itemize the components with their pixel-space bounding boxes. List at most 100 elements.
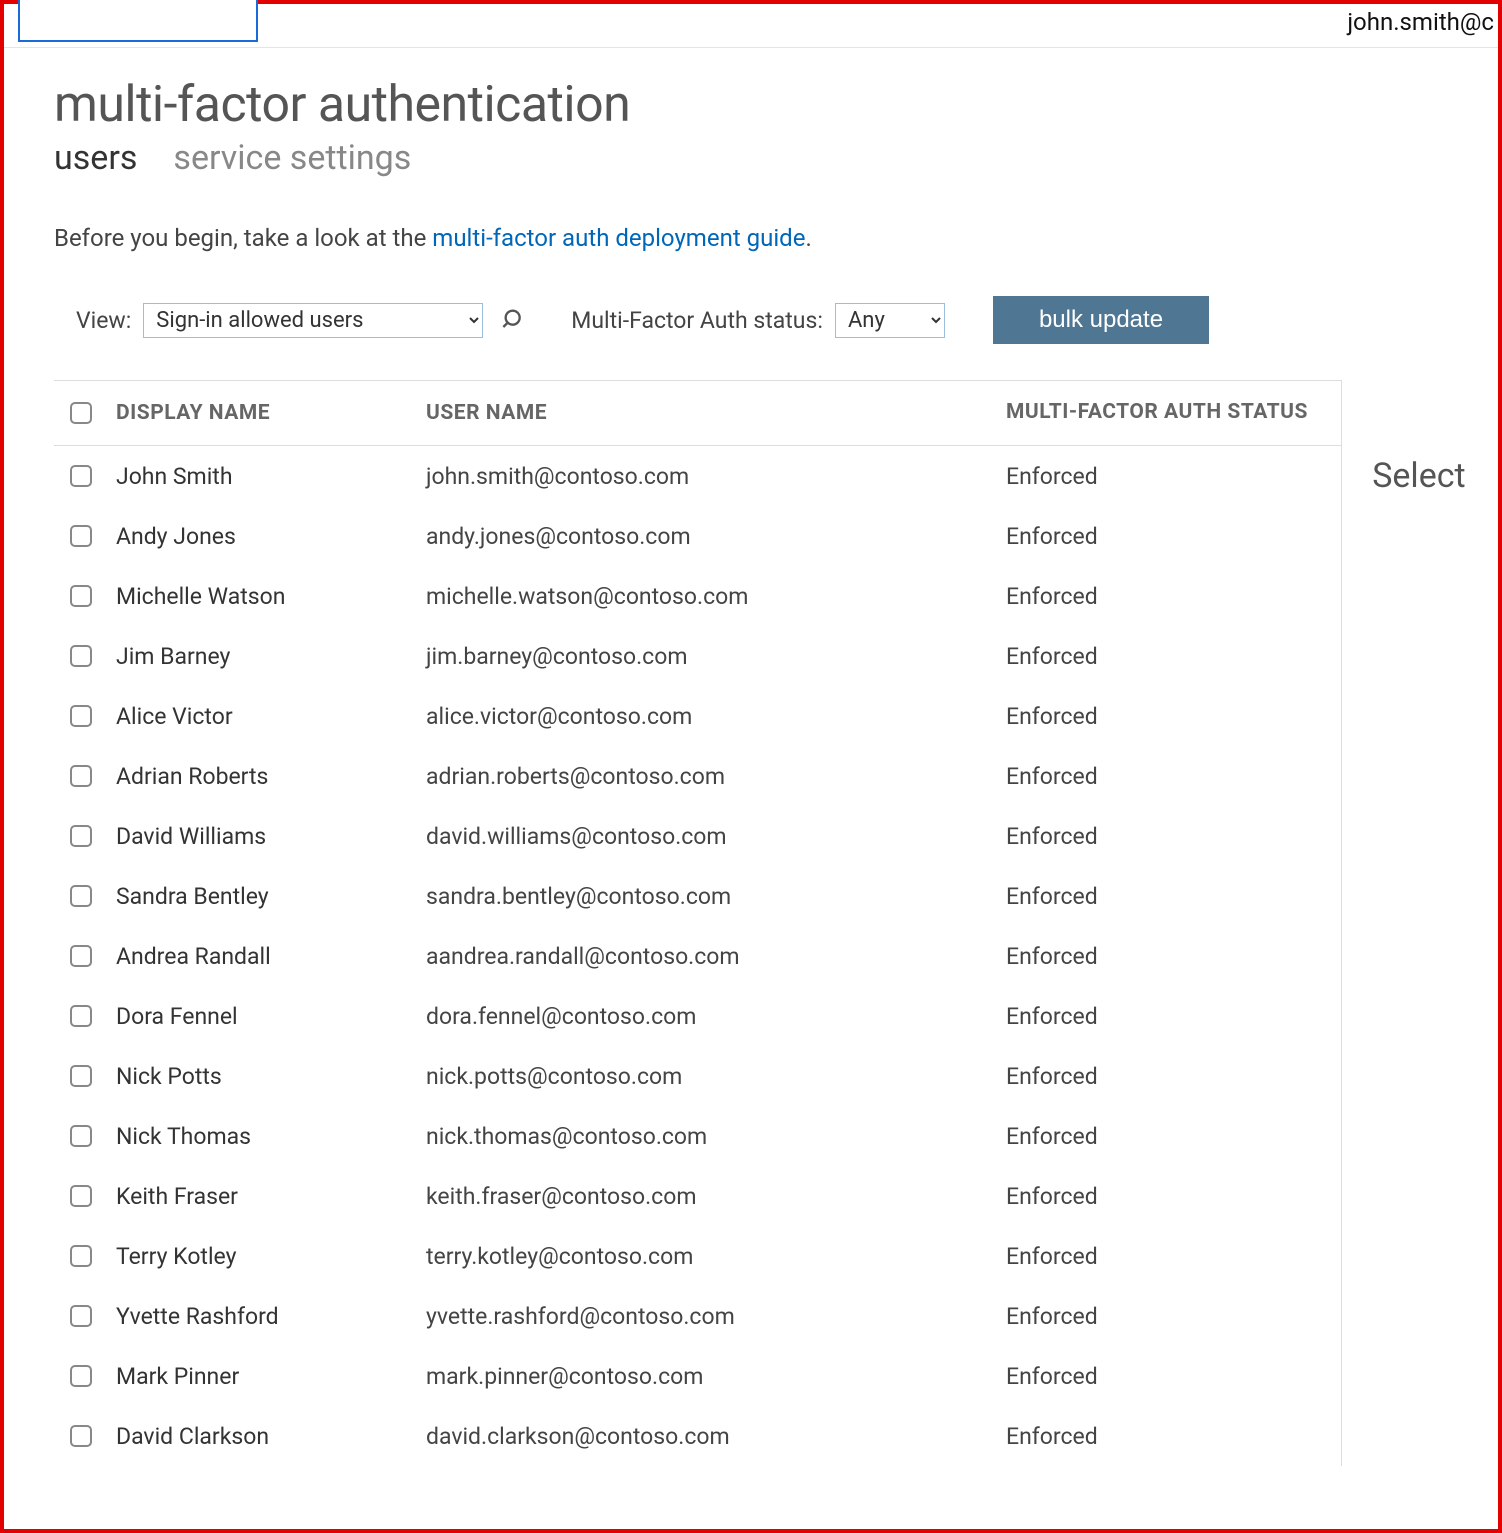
table-row[interactable]: Adrian Robertsadrian.roberts@contoso.com… (54, 746, 1341, 806)
cell-display-name: John Smith (116, 463, 426, 490)
cell-user-name: nick.potts@contoso.com (426, 1063, 1006, 1090)
cell-user-name: keith.fraser@contoso.com (426, 1183, 1006, 1210)
table-row[interactable]: Mark Pinnermark.pinner@contoso.comEnforc… (54, 1346, 1341, 1406)
cell-user-name: david.williams@contoso.com (426, 823, 1006, 850)
cell-mfa-status: Enforced (1006, 883, 1326, 910)
table-header-row: DISPLAY NAME USER NAME MULTI-FACTOR AUTH… (54, 380, 1341, 446)
table-row[interactable]: Dora Fenneldora.fennel@contoso.comEnforc… (54, 986, 1341, 1046)
table-row[interactable]: Nick Pottsnick.potts@contoso.comEnforced (54, 1046, 1341, 1106)
right-pane: Select (1341, 380, 1498, 1466)
signed-in-user: john.smith@c (1347, 8, 1494, 36)
view-label: View: (76, 307, 131, 334)
cell-display-name: Yvette Rashford (116, 1303, 426, 1330)
row-checkbox[interactable] (70, 945, 92, 967)
row-checkbox[interactable] (70, 1365, 92, 1387)
tab-service-settings[interactable]: service settings (173, 138, 411, 178)
row-checkbox[interactable] (70, 885, 92, 907)
table-row[interactable]: Nick Thomasnick.thomas@contoso.comEnforc… (54, 1106, 1341, 1166)
intro-prefix: Before you begin, take a look at the (54, 224, 432, 252)
cell-mfa-status: Enforced (1006, 943, 1326, 970)
table-row[interactable]: David Williamsdavid.williams@contoso.com… (54, 806, 1341, 866)
row-checkbox[interactable] (70, 1305, 92, 1327)
table-row[interactable]: Keith Fraserkeith.fraser@contoso.comEnfo… (54, 1166, 1341, 1226)
row-checkbox[interactable] (70, 1185, 92, 1207)
cell-display-name: Jim Barney (116, 643, 426, 670)
table-row[interactable]: Terry Kotleyterry.kotley@contoso.comEnfo… (54, 1226, 1341, 1286)
cell-mfa-status: Enforced (1006, 1063, 1326, 1090)
row-checkbox[interactable] (70, 1125, 92, 1147)
table-row[interactable]: Yvette Rashfordyvette.rashford@contoso.c… (54, 1286, 1341, 1346)
search-icon[interactable] (501, 306, 529, 334)
page-title: multi-factor authentication (54, 76, 1498, 134)
row-checkbox[interactable] (70, 765, 92, 787)
cell-mfa-status: Enforced (1006, 1423, 1326, 1450)
deployment-guide-link[interactable]: multi-factor auth deployment guide (432, 224, 805, 252)
tab-users[interactable]: users (54, 138, 137, 178)
cell-display-name: Nick Thomas (116, 1123, 426, 1150)
cell-user-name: terry.kotley@contoso.com (426, 1243, 1006, 1270)
row-checkbox[interactable] (70, 1005, 92, 1027)
table-row[interactable]: Sandra Bentleysandra.bentley@contoso.com… (54, 866, 1341, 926)
col-header-mfa-status[interactable]: MULTI-FACTOR AUTH STATUS (1006, 400, 1326, 425)
cell-user-name: nick.thomas@contoso.com (426, 1123, 1006, 1150)
cell-display-name: Michelle Watson (116, 583, 426, 610)
cell-user-name: alice.victor@contoso.com (426, 703, 1006, 730)
table-row[interactable]: Jim Barneyjim.barney@contoso.comEnforced (54, 626, 1341, 686)
cell-display-name: Mark Pinner (116, 1363, 426, 1390)
right-pane-heading: Select (1372, 456, 1498, 496)
cell-user-name: jim.barney@contoso.com (426, 643, 1006, 670)
intro-text: Before you begin, take a look at the mul… (54, 224, 1498, 252)
table-row[interactable]: Andrea Randallaandrea.randall@contoso.co… (54, 926, 1341, 986)
row-checkbox[interactable] (70, 465, 92, 487)
cell-mfa-status: Enforced (1006, 1123, 1326, 1150)
cell-mfa-status: Enforced (1006, 643, 1326, 670)
mfa-status-label: Multi-Factor Auth status: (571, 307, 823, 334)
view-select[interactable]: Sign-in allowed users (143, 303, 483, 338)
table-row[interactable]: Michelle Watsonmichelle.watson@contoso.c… (54, 566, 1341, 626)
cell-display-name: Andrea Randall (116, 943, 426, 970)
cell-display-name: Terry Kotley (116, 1243, 426, 1270)
row-checkbox[interactable] (70, 585, 92, 607)
mfa-status-select[interactable]: Any (835, 303, 945, 338)
cell-user-name: john.smith@contoso.com (426, 463, 1006, 490)
cell-mfa-status: Enforced (1006, 463, 1326, 490)
cell-mfa-status: Enforced (1006, 823, 1326, 850)
cell-mfa-status: Enforced (1006, 1003, 1326, 1030)
select-all-checkbox[interactable] (70, 402, 92, 424)
cell-user-name: michelle.watson@contoso.com (426, 583, 1006, 610)
cell-mfa-status: Enforced (1006, 763, 1326, 790)
cell-display-name: Keith Fraser (116, 1183, 426, 1210)
cell-mfa-status: Enforced (1006, 1243, 1326, 1270)
cell-display-name: Dora Fennel (116, 1003, 426, 1030)
cell-user-name: yvette.rashford@contoso.com (426, 1303, 1006, 1330)
cell-user-name: dora.fennel@contoso.com (426, 1003, 1006, 1030)
cell-display-name: Sandra Bentley (116, 883, 426, 910)
cell-user-name: andy.jones@contoso.com (426, 523, 1006, 550)
top-bar: john.smith@c (4, 4, 1498, 48)
cell-display-name: Nick Potts (116, 1063, 426, 1090)
cell-display-name: Alice Victor (116, 703, 426, 730)
row-checkbox[interactable] (70, 525, 92, 547)
cell-user-name: david.clarkson@contoso.com (426, 1423, 1006, 1450)
table-row[interactable]: Alice Victoralice.victor@contoso.comEnfo… (54, 686, 1341, 746)
cell-mfa-status: Enforced (1006, 583, 1326, 610)
col-header-user-name[interactable]: USER NAME (426, 401, 1006, 425)
row-checkbox[interactable] (70, 1245, 92, 1267)
table-row[interactable]: John Smithjohn.smith@contoso.comEnforced (54, 446, 1341, 506)
active-tab-frame[interactable] (18, 0, 258, 42)
col-header-display-name[interactable]: DISPLAY NAME (116, 401, 426, 425)
cell-user-name: aandrea.randall@contoso.com (426, 943, 1006, 970)
row-checkbox[interactable] (70, 1065, 92, 1087)
cell-mfa-status: Enforced (1006, 1363, 1326, 1390)
table-row[interactable]: Andy Jonesandy.jones@contoso.comEnforced (54, 506, 1341, 566)
table-row[interactable]: David Clarksondavid.clarkson@contoso.com… (54, 1406, 1341, 1466)
row-checkbox[interactable] (70, 705, 92, 727)
cell-display-name: David Williams (116, 823, 426, 850)
row-checkbox[interactable] (70, 825, 92, 847)
cell-user-name: adrian.roberts@contoso.com (426, 763, 1006, 790)
cell-mfa-status: Enforced (1006, 703, 1326, 730)
row-checkbox[interactable] (70, 1425, 92, 1447)
row-checkbox[interactable] (70, 645, 92, 667)
bulk-update-button[interactable]: bulk update (993, 296, 1209, 344)
cell-display-name: Andy Jones (116, 523, 426, 550)
